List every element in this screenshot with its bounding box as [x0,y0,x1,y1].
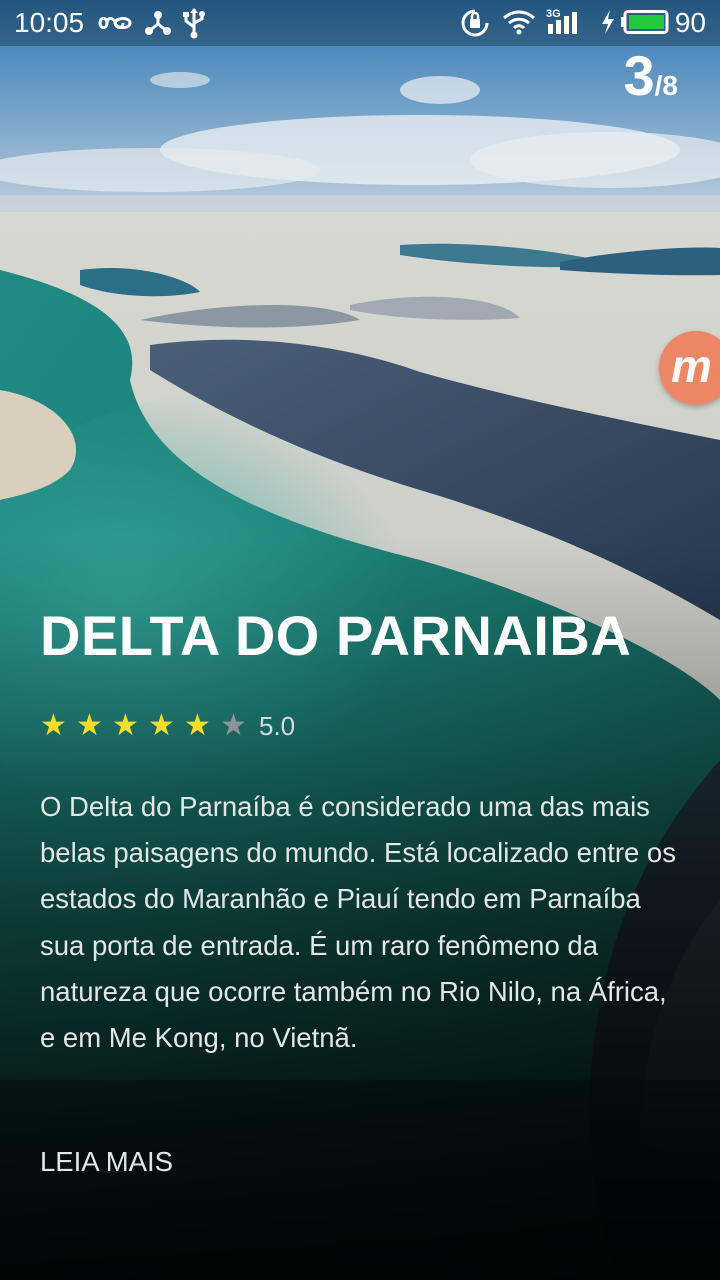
wifi-icon [503,10,535,35]
rotation-lock-icon [461,9,489,37]
star-filled-icon: ★ [40,708,67,743]
star-filled-icon: ★ [184,708,211,743]
star-filled-icon: ★ [112,708,139,743]
place-description: O Delta do Parnaíba é considerado uma da… [40,791,676,1054]
page-counter: 3/8 [623,46,678,106]
page-total: /8 [654,70,678,101]
rating-value: 5.0 [259,711,296,741]
read-more-link[interactable]: LEIA MAIS [40,1140,173,1184]
signal-icon [548,12,577,34]
status-time: 10:05 [14,7,85,38]
screen: 10:05 3G 90 3/8 m DELTA DO PARNAIBA ★ ★ … [0,0,720,1280]
place-title: DELTA DO PARNAIBA [40,604,632,667]
status-bar: 10:05 3G 90 [0,0,720,46]
page-current: 3 [623,44,655,107]
star-filled-icon: ★ [148,708,175,743]
infinity-icon [98,17,132,29]
floating-app-letter: m [671,340,712,392]
charging-icon [602,10,614,34]
star-empty-icon: ★ [220,708,247,743]
battery-icon [621,10,669,34]
star-filled-icon: ★ [76,708,103,743]
usb-icon [183,8,205,39]
battery-percentage: 90 [674,7,706,38]
share-nodes-icon [145,11,171,35]
rating: ★ ★ ★ ★ ★ ★ 5.0 [40,708,295,744]
